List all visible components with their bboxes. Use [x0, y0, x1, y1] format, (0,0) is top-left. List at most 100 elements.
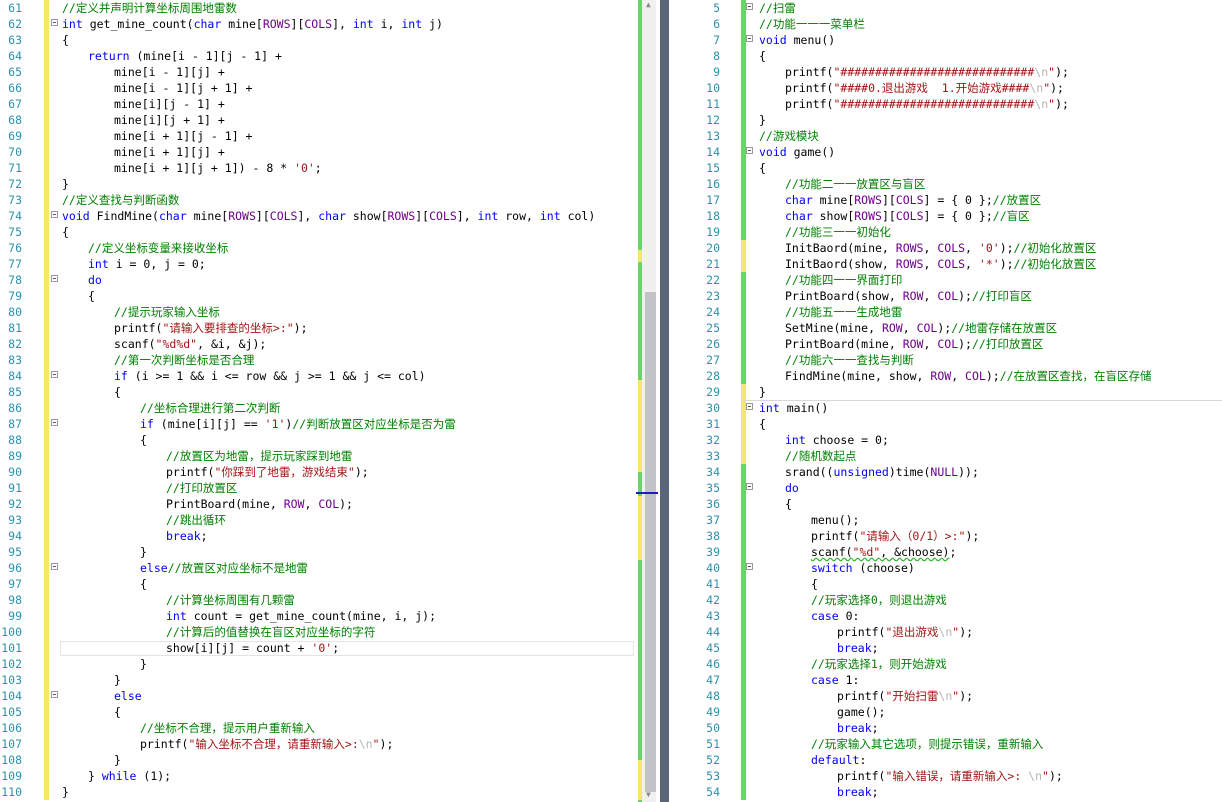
fold-toggle-icon[interactable] [51, 211, 58, 218]
code-line[interactable]: 18 char show[ROWS][COLS] = { 0 };//盲区 [684, 208, 1222, 224]
code-line[interactable]: 70 mine[i + 1][j] + [0, 144, 660, 160]
code-line[interactable]: 86 //坐标合理进行第二次判断 [0, 400, 660, 416]
code-line[interactable]: 89 //放置区为地雷，提示玩家踩到地雷 [0, 448, 660, 464]
code-line[interactable]: 6 //功能一一一菜单栏 [684, 16, 1222, 32]
code-line[interactable]: 46 //玩家选择1，则开始游戏 [684, 656, 1222, 672]
code-line[interactable]: 92 PrintBoard(mine, ROW, COL); [0, 496, 660, 512]
code-line[interactable]: 77 int i = 0, j = 0; [0, 256, 660, 272]
code-line[interactable]: 8{ [684, 48, 1222, 64]
code-line[interactable]: 19 //功能三一一初始化 [684, 224, 1222, 240]
code-line[interactable]: 12} [684, 112, 1222, 128]
code-line[interactable]: 73 //定义查找与判断函数 [0, 192, 660, 208]
code-line[interactable]: 100 //计算后的值替换在盲区对应坐标的字符 [0, 624, 660, 640]
code-line[interactable]: 66 mine[i - 1][j + 1] + [0, 80, 660, 96]
code-line[interactable]: 108} [0, 752, 660, 768]
code-line[interactable]: 74 void FindMine(char mine[ROWS][COLS], c… [0, 208, 660, 224]
code-line[interactable]: 75 { [0, 224, 660, 240]
editor-splitter[interactable] [660, 0, 684, 802]
code-line[interactable]: 35 do [684, 480, 1222, 496]
code-line[interactable]: 80 //提示玩家输入坐标 [0, 304, 660, 320]
code-line[interactable]: 29} [684, 384, 1222, 400]
code-line[interactable]: 53 printf("输入错误，请重新输入>: \n"); [684, 768, 1222, 784]
code-line[interactable]: 52 default: [684, 752, 1222, 768]
fold-toggle-icon[interactable] [746, 403, 753, 410]
code-line[interactable]: 47 case 1: [684, 672, 1222, 688]
code-line[interactable]: 31 { [684, 416, 1222, 432]
code-line[interactable]: 7 void menu() [684, 32, 1222, 48]
code-line[interactable]: 76 //定义坐标变量来接收坐标 [0, 240, 660, 256]
fold-toggle-icon[interactable] [51, 371, 58, 378]
fold-toggle-icon[interactable] [746, 483, 753, 490]
code-line[interactable]: 64 return (mine[i - 1][j - 1] + [0, 48, 660, 64]
code-line[interactable]: 106 //坐标不合理，提示用户重新输入 [0, 720, 660, 736]
code-line[interactable]: 87 if (mine[i][j] == '1')//判断放置区对应坐标是否为雷 [0, 416, 660, 432]
code-line[interactable]: 62 int get_mine_count(char mine[ROWS][COL… [0, 16, 660, 32]
code-line[interactable]: 81 printf("请输入要排查的坐标>:"); [0, 320, 660, 336]
code-line[interactable]: 34 srand((unsigned)time(NULL)); [684, 464, 1222, 480]
left-code-editor[interactable]: 61 //定义并声明计算坐标周围地雷数 62 int get_mine_count(c… [0, 0, 660, 802]
code-line[interactable]: 94 break; [0, 528, 660, 544]
code-line[interactable]: 96 else//放置区对应坐标不是地雷 [0, 560, 660, 576]
code-line[interactable]: 13 //游戏模块 [684, 128, 1222, 144]
code-line[interactable]: 27 //功能六一一查找与判断 [684, 352, 1222, 368]
fold-toggle-icon[interactable] [746, 3, 753, 10]
code-line[interactable]: 109} while (1); [0, 768, 660, 784]
scroll-up-arrow-icon[interactable]: ▲ [646, 0, 651, 9]
code-line[interactable]: 91 //打印放置区 [0, 480, 660, 496]
scroll-down-arrow-icon[interactable]: ▼ [646, 790, 651, 799]
code-line[interactable]: 14 void game() [684, 144, 1222, 160]
code-line[interactable]: 51 //玩家输入其它选项，则提示错误，重新输入 [684, 736, 1222, 752]
code-line[interactable]: 98 //计算坐标周围有几颗雷 [0, 592, 660, 608]
code-line[interactable]: 20 InitBaord(mine, ROWS, COLS, '0');//初始化… [684, 240, 1222, 256]
code-line[interactable]: 5 //扫雷 [684, 0, 1222, 16]
code-line[interactable]: 11 printf("############################\n… [684, 96, 1222, 112]
code-line[interactable]: 41 { [684, 576, 1222, 592]
code-line[interactable]: 32 int choose = 0; [684, 432, 1222, 448]
code-line[interactable]: 43 case 0: [684, 608, 1222, 624]
code-line[interactable]: 95} [0, 544, 660, 560]
code-line[interactable]: 97 { [0, 576, 660, 592]
code-line[interactable]: 83 //第一次判断坐标是否合理 [0, 352, 660, 368]
code-line[interactable]: 45 break; [684, 640, 1222, 656]
code-line[interactable]: 90 printf("你踩到了地雷，游戏结束"); [0, 464, 660, 480]
code-line[interactable]: 9 printf("############################\n"… [684, 64, 1222, 80]
code-line[interactable]: 16 //功能二一一放置区与盲区 [684, 176, 1222, 192]
code-line[interactable]: 30 int main() [684, 400, 1222, 416]
code-line[interactable]: 28 FindMine(mine, show, ROW, COL);//在放置区查… [684, 368, 1222, 384]
code-line[interactable]: 42 //玩家选择0，则退出游戏 [684, 592, 1222, 608]
code-line[interactable]: 72} [0, 176, 660, 192]
code-line[interactable]: 36 { [684, 496, 1222, 512]
code-line[interactable]: 50 break; [684, 720, 1222, 736]
code-line[interactable]: 25 SetMine(mine, ROW, COL);//地雷存储在放置区 [684, 320, 1222, 336]
code-line[interactable]: 33 //随机数起点 [684, 448, 1222, 464]
code-line[interactable]: 15 { [684, 160, 1222, 176]
code-line[interactable]: 38 printf("请输入（0/1）>:"); [684, 528, 1222, 544]
code-line[interactable]: 85 { [0, 384, 660, 400]
fold-toggle-icon[interactable] [746, 35, 753, 42]
code-line[interactable]: 44 printf("退出游戏\n"); [684, 624, 1222, 640]
fold-toggle-icon[interactable] [51, 419, 58, 426]
code-line[interactable]: 110} [0, 784, 660, 800]
splitter-grip[interactable] [660, 0, 669, 802]
code-line[interactable]: 54 break; [684, 784, 1222, 800]
code-line[interactable]: 107 printf("输入坐标不合理，请重新输入>:\n"); [0, 736, 660, 752]
code-line[interactable]: 102} [0, 656, 660, 672]
code-line[interactable]: 68 mine[i][j + 1] + [0, 112, 660, 128]
code-line[interactable]: 61 //定义并声明计算坐标周围地雷数 [0, 0, 660, 16]
fold-toggle-icon[interactable] [746, 147, 753, 154]
code-line[interactable]: 63 { [0, 32, 660, 48]
code-line[interactable]: 99 int count = get_mine_count(mine, i, j)… [0, 608, 660, 624]
code-line[interactable]: 37 menu(); [684, 512, 1222, 528]
code-line[interactable]: 39 scanf("%d", &choose); [684, 544, 1222, 560]
fold-toggle-icon[interactable] [746, 563, 753, 570]
code-line[interactable]: 24 //功能五一一生成地雷 [684, 304, 1222, 320]
fold-toggle-icon[interactable] [51, 19, 58, 26]
code-line[interactable]: 10 printf("####0.退出游戏 1.开始游戏####\n"); [684, 80, 1222, 96]
code-line[interactable]: 23 PrintBoard(show, ROW, COL);//打印盲区 [684, 288, 1222, 304]
code-line[interactable]: 93 //跳出循环 [0, 512, 660, 528]
code-line[interactable]: 104 else [0, 688, 660, 704]
code-line[interactable]: 48 printf("开始扫雷\n"); [684, 688, 1222, 704]
code-line[interactable]: 17 char mine[ROWS][COLS] = { 0 };//放置区 [684, 192, 1222, 208]
fold-toggle-icon[interactable] [51, 563, 58, 570]
code-line[interactable]: 49 game(); [684, 704, 1222, 720]
